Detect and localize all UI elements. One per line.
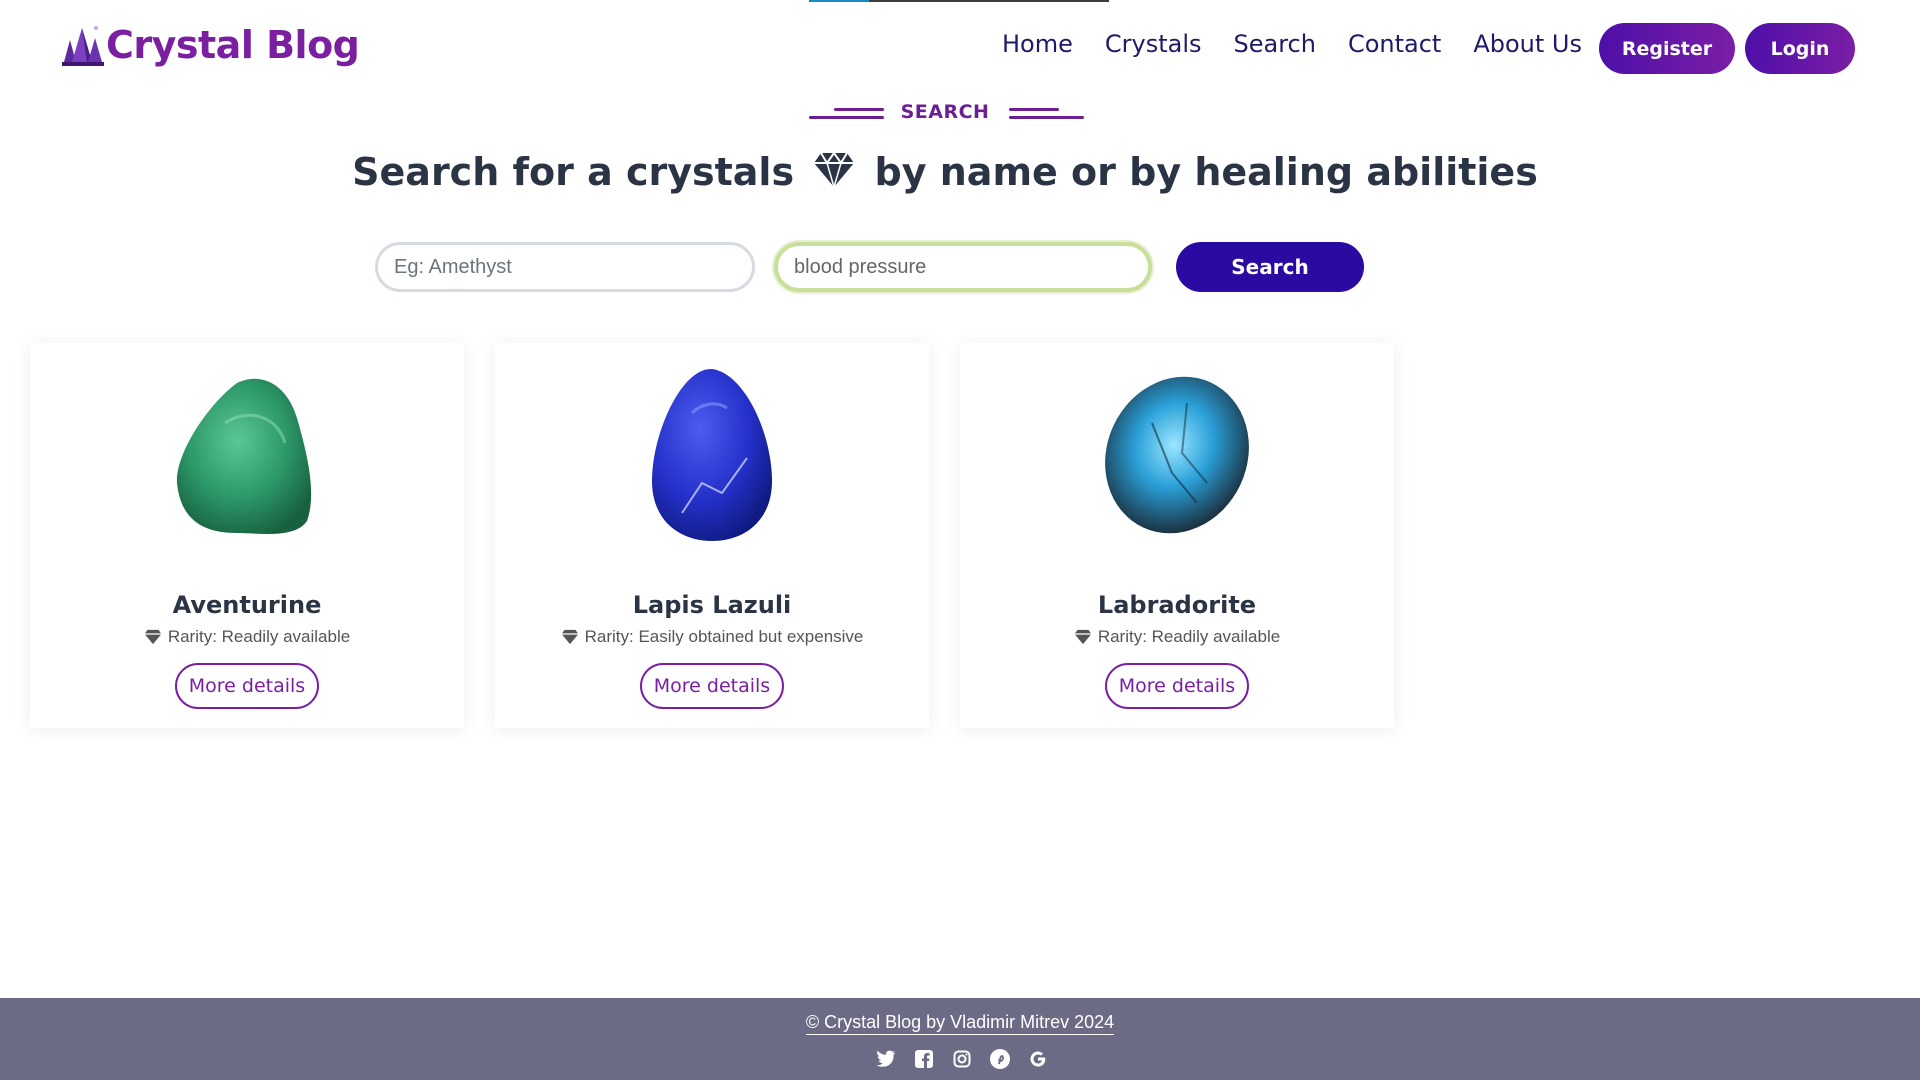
crystal-rarity: Rarity: Easily obtained but expensive — [495, 627, 929, 647]
nav-contact[interactable]: Contact — [1348, 30, 1441, 58]
decor-lines-left — [809, 104, 884, 120]
nav-about-us[interactable]: About Us — [1473, 30, 1582, 58]
diamond-icon — [144, 629, 162, 645]
aventurine-image — [176, 378, 312, 534]
twitter-icon[interactable] — [875, 1048, 897, 1070]
nav-search[interactable]: Search — [1234, 30, 1316, 58]
labradorite-image — [1105, 376, 1249, 534]
crystal-logo-icon — [62, 26, 104, 66]
lapis-lazuli-image — [652, 368, 772, 541]
more-details-button[interactable]: More details — [175, 663, 319, 709]
social-links — [875, 1048, 1065, 1070]
page-title: Search for a crystals by name or by heal… — [352, 150, 1538, 194]
diamond-icon — [814, 151, 855, 189]
pinterest-icon[interactable] — [989, 1048, 1011, 1070]
decor-lines-right — [1009, 104, 1085, 120]
crystal-name: Lapis Lazuli — [632, 591, 792, 619]
logo-text: Crystal Blog — [106, 23, 360, 67]
diamond-icon — [1074, 629, 1092, 645]
diamond-icon — [561, 629, 579, 645]
more-details-button[interactable]: More details — [1105, 663, 1249, 709]
page-load-progress — [809, 0, 1109, 2]
more-details-button[interactable]: More details — [640, 663, 784, 709]
nav-home[interactable]: Home — [1002, 30, 1073, 58]
main-nav: Home Crystals Search Contact About Us — [1002, 30, 1614, 58]
search-form: Search — [375, 242, 1365, 294]
google-icon[interactable] — [1027, 1048, 1049, 1070]
site-logo[interactable]: Crystal Blog — [60, 22, 360, 68]
crystal-name: Aventurine — [172, 591, 322, 619]
register-button[interactable]: Register — [1599, 23, 1735, 74]
login-button[interactable]: Login — [1745, 23, 1855, 74]
crystal-name: Labradorite — [1097, 591, 1257, 619]
section-label-text: SEARCH — [900, 101, 990, 123]
crystal-name-input[interactable] — [375, 242, 755, 292]
crystal-card: Lapis Lazuli Rarity: Easily obtained but… — [495, 343, 929, 728]
healing-ability-input[interactable] — [774, 242, 1152, 292]
footer-copyright: © Crystal Blog by Vladimir Mitrev 2024 — [0, 1012, 1920, 1035]
instagram-icon[interactable] — [951, 1048, 973, 1070]
crystal-rarity: Rarity: Readily available — [30, 627, 464, 647]
crystal-card: Aventurine Rarity: Readily available Mor… — [30, 343, 464, 728]
search-button[interactable]: Search — [1176, 242, 1364, 292]
nav-crystals[interactable]: Crystals — [1105, 30, 1202, 58]
facebook-icon[interactable] — [913, 1048, 935, 1070]
crystal-rarity: Rarity: Readily available — [960, 627, 1394, 647]
crystal-card: Labradorite Rarity: Readily available Mo… — [960, 343, 1394, 728]
site-footer: © Crystal Blog by Vladimir Mitrev 2024 — [0, 998, 1920, 1080]
section-label: SEARCH — [809, 100, 1085, 124]
